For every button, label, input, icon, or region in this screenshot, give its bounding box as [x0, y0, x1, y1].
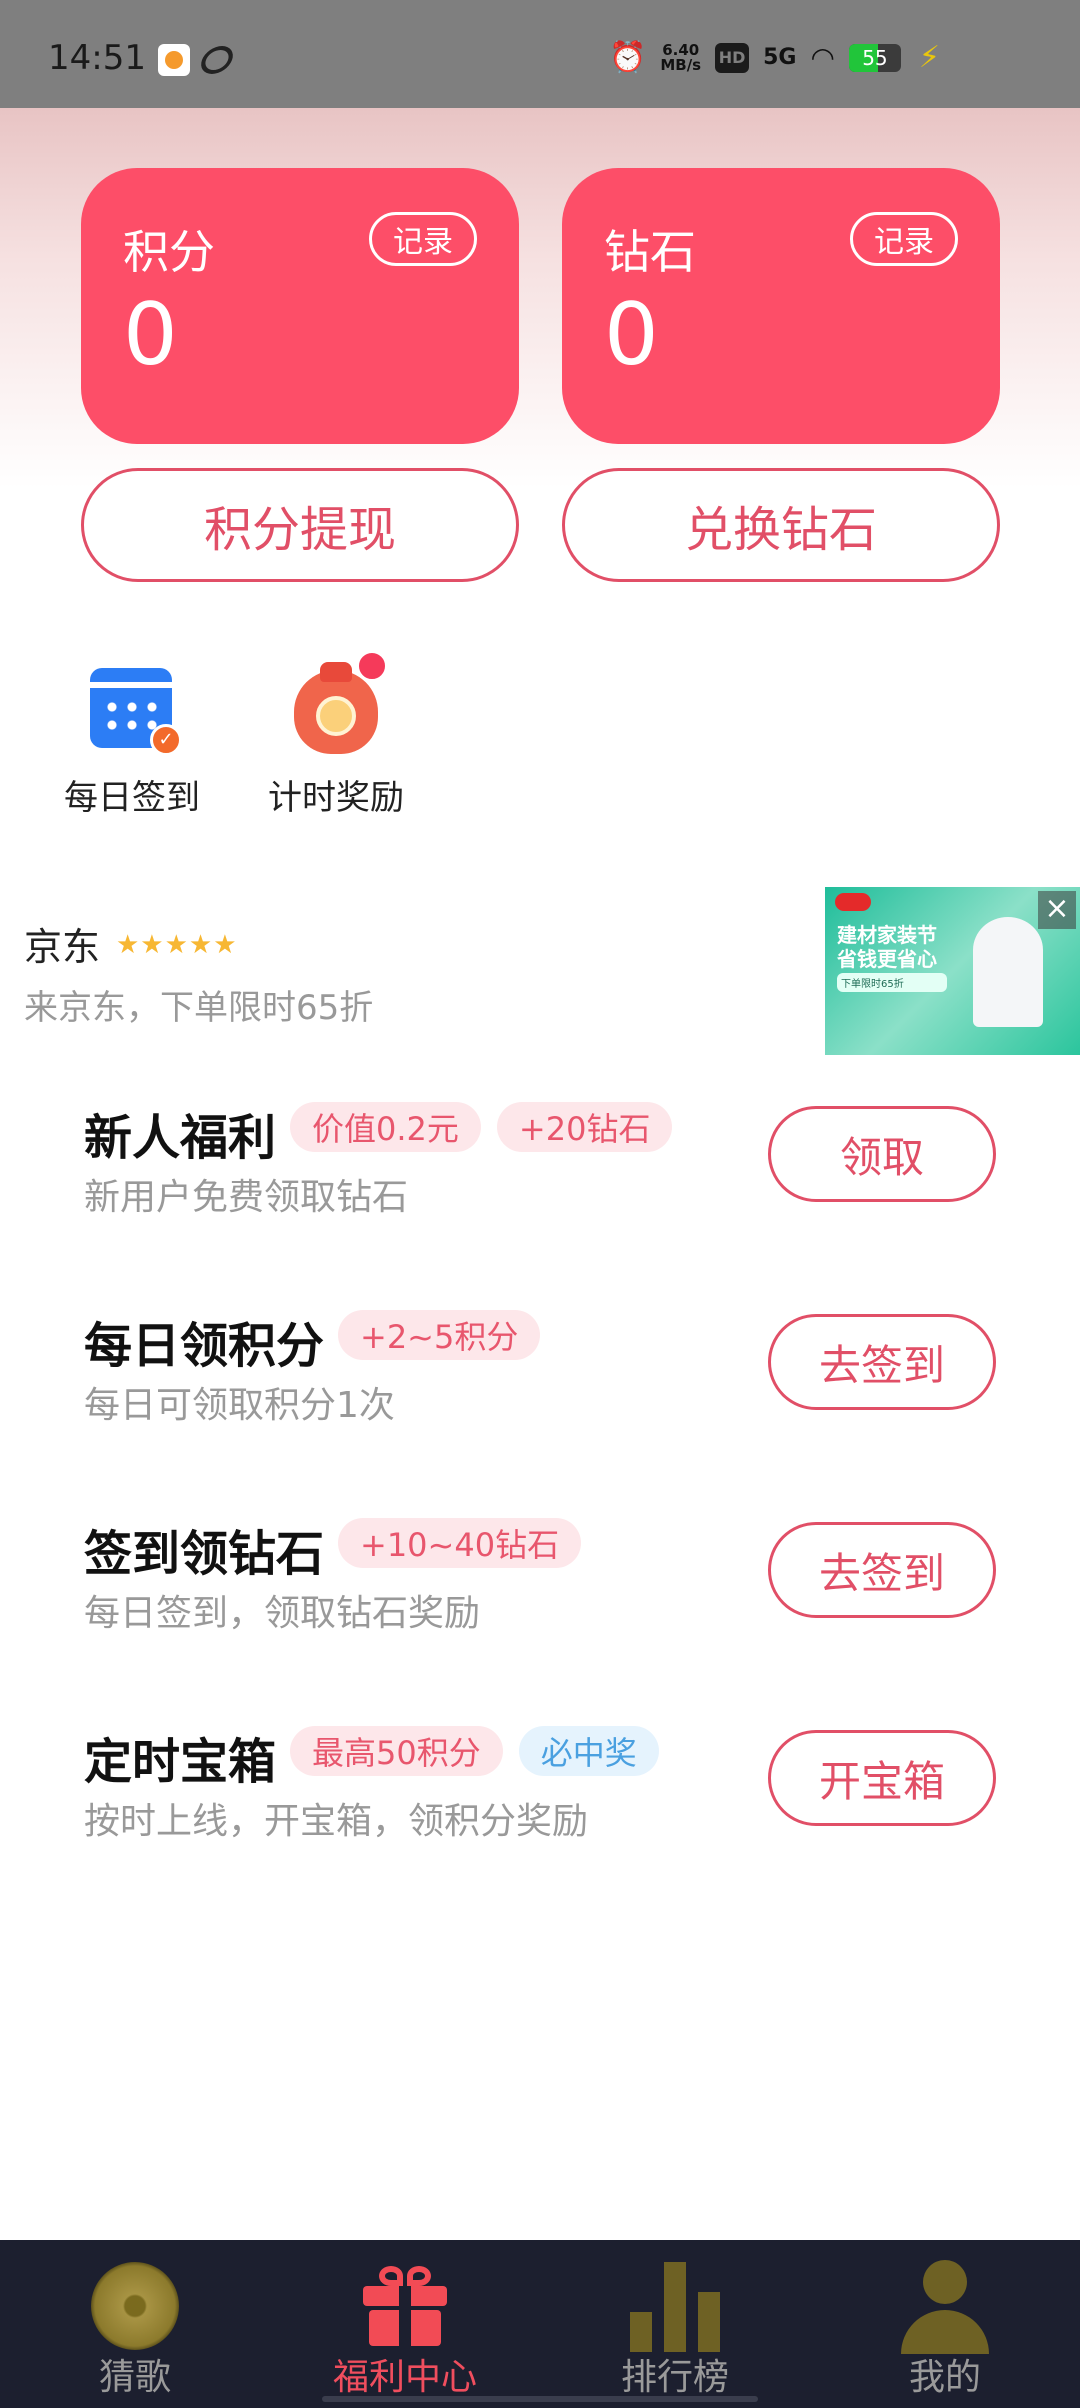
nav-item-profile[interactable]: 我的: [810, 2240, 1080, 2408]
ad-image-text: 建材家装节 省钱更省心: [837, 923, 937, 971]
task-row: 签到领钻石 +10~40钻石 每日签到，领取钻石奖励 去签到: [0, 1514, 1080, 1674]
task-tag: +2~5积分: [338, 1310, 541, 1360]
brand-logo-icon: [835, 893, 871, 911]
app-notification-icon: [158, 44, 190, 76]
link-notification-icon: [196, 46, 238, 74]
disc-icon: [87, 2258, 183, 2354]
diamonds-value: 0: [604, 285, 659, 385]
task-tag: 价值0.2元: [290, 1102, 481, 1152]
money-bag-clock-icon: [288, 650, 388, 756]
nav-label: 福利中心: [332, 2357, 477, 2398]
ad-title: 京东: [24, 925, 101, 969]
task-tags: +2~5积分: [338, 1310, 541, 1360]
diamonds-card: 钻石 0 记录: [562, 168, 1000, 444]
task-title: 定时宝箱: [84, 1734, 277, 1790]
open-chest-button[interactable]: 开宝箱: [768, 1730, 996, 1826]
daily-checkin-label: 每日签到: [64, 778, 200, 818]
timed-reward-label: 计时奖励: [268, 778, 404, 818]
diamonds-record-button[interactable]: 记录: [850, 212, 958, 266]
gift-icon: [357, 2258, 453, 2354]
alarm-icon: ⏰: [608, 40, 647, 75]
battery-icon: 55: [848, 43, 901, 72]
claim-button[interactable]: 领取: [768, 1106, 996, 1202]
checkin-button[interactable]: 去签到: [768, 1522, 996, 1618]
points-card: 积分 0 记录: [81, 168, 519, 444]
task-tag: 必中奖: [518, 1726, 659, 1776]
calendar-check-icon: ✓: [84, 660, 182, 756]
task-title: 每日领积分: [84, 1318, 325, 1374]
nav-item-leaderboard[interactable]: 排行榜: [540, 2240, 810, 2408]
points-title: 积分: [123, 225, 215, 279]
door-illustration: [973, 917, 1043, 1027]
wifi-icon: ◠: [810, 41, 835, 74]
bar-chart-icon: [627, 2258, 723, 2354]
nav-item-welfare-center[interactable]: 福利中心: [270, 2240, 540, 2408]
nav-label: 排行榜: [620, 2357, 729, 2398]
nav-label: 我的: [908, 2357, 981, 2398]
ad-description: 来京东，下单限时65折: [24, 988, 374, 1028]
task-description: 按时上线，开宝箱，领积分奖励: [84, 1801, 589, 1842]
task-title: 签到领钻石: [84, 1526, 325, 1582]
bottom-nav: 猜歌 福利中心 排行榜 我的: [0, 2240, 1080, 2408]
task-tag: +10~40钻石: [338, 1518, 582, 1568]
daily-checkin-link[interactable]: ✓ 每日签到: [42, 660, 222, 819]
exchange-diamonds-button[interactable]: 兑换钻石: [562, 468, 1000, 582]
network-speed: 6.40 MB/s: [660, 40, 702, 74]
status-time: 14:51: [48, 38, 146, 78]
task-row: 新人福利 价值0.2元 +20钻石 新用户免费领取钻石 领取: [0, 1098, 1080, 1258]
task-description: 每日签到，领取钻石奖励: [84, 1593, 481, 1634]
home-indicator[interactable]: [322, 2396, 758, 2402]
ad-image-subtext: 下单限时65折: [837, 973, 947, 992]
ad-image[interactable]: 建材家装节 省钱更省心 下单限时65折 ×: [825, 887, 1080, 1055]
task-tags: 最高50积分 必中奖: [290, 1726, 659, 1776]
nav-label: 猜歌: [98, 2357, 171, 2398]
ad-rating-stars: ★★★★★: [116, 930, 238, 960]
diamonds-title: 钻石: [604, 225, 696, 279]
task-tags: 价值0.2元 +20钻石: [290, 1102, 673, 1152]
status-bar: 14:51 ⏰ 6.40 MB/s HD 5G ◠ 55 ⚡: [0, 0, 1080, 108]
task-description: 新用户免费领取钻石: [84, 1177, 409, 1218]
task-tag: +20钻石: [496, 1102, 673, 1152]
task-row: 每日领积分 +2~5积分 每日可领取积分1次 去签到: [0, 1306, 1080, 1466]
hd-icon: HD: [715, 42, 750, 73]
checkin-button[interactable]: 去签到: [768, 1314, 996, 1410]
task-tag: 最高50积分: [290, 1726, 503, 1776]
task-row: 定时宝箱 最高50积分 必中奖 按时上线，开宝箱，领积分奖励 开宝箱: [0, 1722, 1080, 1882]
signal-5g-icon: 5G: [763, 45, 797, 70]
charging-icon: ⚡: [918, 40, 940, 75]
points-value: 0: [123, 285, 178, 385]
task-title: 新人福利: [84, 1110, 277, 1166]
points-record-button[interactable]: 记录: [369, 212, 477, 266]
timed-reward-link[interactable]: 计时奖励: [246, 650, 426, 819]
task-tags: +10~40钻石: [338, 1518, 582, 1568]
battery-level: 55: [862, 45, 888, 70]
nav-item-guess-song[interactable]: 猜歌: [0, 2240, 270, 2408]
close-icon[interactable]: ×: [1038, 891, 1076, 929]
person-icon: [897, 2258, 993, 2354]
notification-dot: [356, 650, 388, 682]
withdraw-points-button[interactable]: 积分提现: [81, 468, 519, 582]
status-indicators: ⏰ 6.40 MB/s HD 5G ◠ 55 ⚡: [609, 40, 940, 75]
task-description: 每日可领取积分1次: [84, 1385, 395, 1426]
